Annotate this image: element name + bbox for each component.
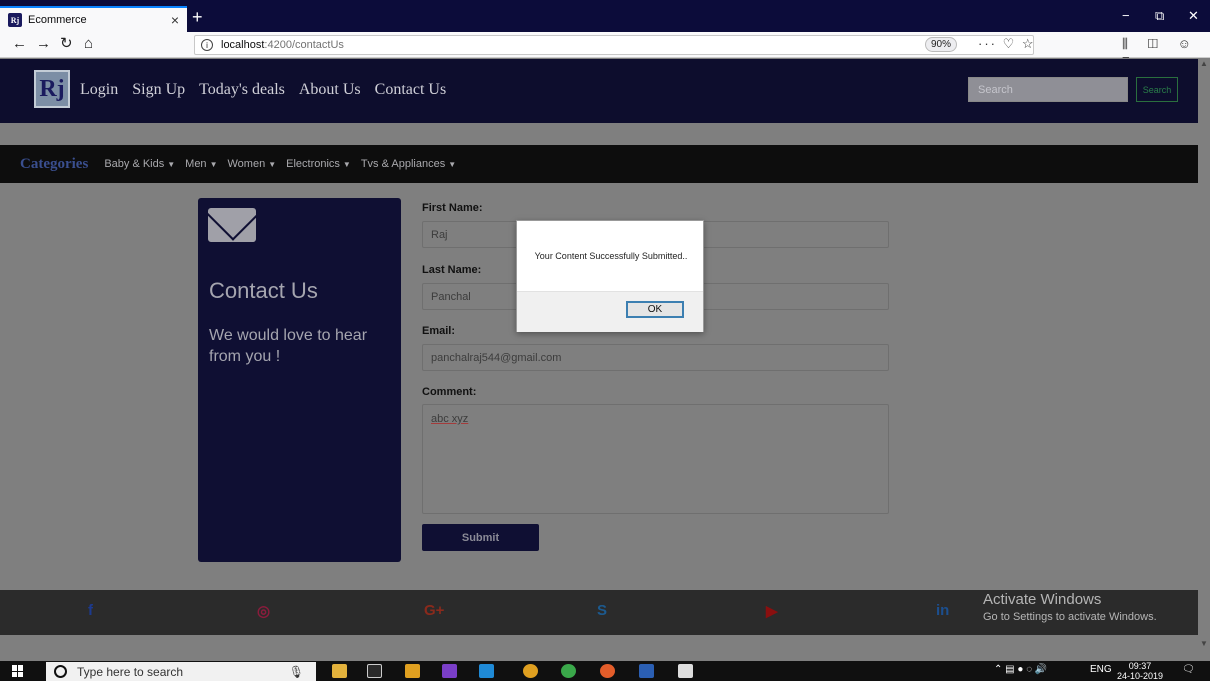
clock-date: 24-10-2019: [1117, 671, 1164, 681]
microphone-icon[interactable]: 🎙: [289, 665, 304, 679]
photos-icon[interactable]: [678, 664, 693, 678]
firefox-icon[interactable]: [600, 664, 615, 678]
system-tray-icons[interactable]: ⌃ ▤ ● ◌ 🔊: [994, 664, 1047, 675]
minimize-icon[interactable]: −: [1122, 8, 1130, 23]
new-tab-button[interactable]: +: [192, 8, 203, 26]
forward-icon[interactable]: →: [36, 36, 51, 52]
nav-contact-us[interactable]: Contact Us: [375, 81, 447, 99]
mail-icon: [208, 208, 256, 242]
activation-subtitle: Go to Settings to activate Windows.: [983, 611, 1157, 623]
language-indicator[interactable]: ENG: [1090, 664, 1112, 675]
browser-nav-bar: ← → ↻ ⌂ i localhost:4200/contactUs 90% ·…: [0, 32, 1210, 67]
linkedin-icon[interactable]: in: [936, 602, 949, 619]
category-women[interactable]: Women ▼: [227, 158, 276, 170]
caret-down-icon: ▼: [167, 160, 176, 169]
nav-sign-up[interactable]: Sign Up: [132, 81, 185, 99]
contact-card-subtitle: We would love to hear from you !: [209, 327, 368, 365]
site-logo[interactable]: Rj: [34, 70, 70, 108]
alert-dialog: Your Content Successfully Submitted.. OK: [516, 220, 704, 332]
nav-about-us[interactable]: About Us: [299, 81, 361, 99]
contact-card: Contact Us We would love to hear from yo…: [198, 198, 401, 562]
comment-textarea[interactable]: abc xyz: [422, 404, 889, 514]
comment-label: Comment:: [422, 386, 477, 398]
notifications-icon[interactable]: 🗨: [1182, 664, 1195, 675]
nav-login[interactable]: Login: [80, 81, 118, 99]
main-nav: Login Sign Up Today's deals About Us Con…: [80, 81, 446, 99]
browser-tab-bar: Rj Ecommerce × + − ⧉ ✕: [0, 0, 1210, 32]
sublime-icon[interactable]: [405, 664, 420, 678]
nav-todays-deals[interactable]: Today's deals: [199, 81, 285, 99]
page-actions-icon[interactable]: ··· ♡ ☆: [978, 36, 1036, 52]
caret-down-icon: ▼: [448, 160, 457, 169]
category-tvs-appliances[interactable]: Tvs & Appliances ▼: [361, 158, 456, 170]
site-search-input[interactable]: Search: [968, 77, 1128, 102]
contact-card-title: Contact Us: [209, 278, 318, 303]
reload-icon[interactable]: ↻: [60, 36, 73, 52]
url-host: localhost: [221, 39, 265, 51]
maximize-icon[interactable]: ⧉: [1155, 8, 1164, 24]
windows-start-icon[interactable]: [12, 665, 24, 677]
site-search-button[interactable]: Search: [1136, 77, 1178, 102]
skype-icon[interactable]: S: [597, 602, 607, 619]
last-name-label: Last Name:: [422, 264, 482, 276]
activation-watermark: Activate Windows Go to Settings to activ…: [983, 591, 1157, 623]
visual-studio-icon[interactable]: [442, 664, 457, 678]
back-icon[interactable]: ←: [12, 36, 27, 52]
page-content: Rj Login Sign Up Today's deals About Us …: [0, 59, 1210, 648]
comment-text: abc xyz: [431, 413, 469, 425]
taskbar-clock[interactable]: 09:37 24-10-2019: [1117, 661, 1163, 681]
mongodb-icon[interactable]: [561, 664, 576, 678]
browser-tab[interactable]: Rj Ecommerce ×: [0, 6, 187, 32]
chrome-icon[interactable]: [523, 664, 538, 678]
caret-down-icon: ▼: [209, 160, 218, 169]
url-bar[interactable]: i localhost:4200/contactUs: [194, 35, 1034, 55]
window-close-icon[interactable]: ✕: [1188, 8, 1199, 24]
facebook-icon[interactable]: f: [88, 602, 93, 619]
google-plus-icon[interactable]: G+: [424, 602, 444, 619]
caret-down-icon: ▼: [268, 160, 277, 169]
category-baby-kids[interactable]: Baby & Kids ▼: [104, 158, 175, 170]
clock-time: 09:37: [1128, 661, 1152, 671]
url-path: :4200/contactUs: [264, 39, 344, 51]
cortana-icon: [54, 665, 67, 678]
windows-taskbar: Type here to search 🎙 ⌃ ▤ ● ◌ 🔊 ENG 09:3…: [0, 661, 1210, 681]
zoom-badge[interactable]: 90%: [925, 37, 958, 52]
youtube-icon[interactable]: ▶: [766, 602, 778, 620]
tab-close-icon[interactable]: ×: [171, 12, 179, 28]
category-men[interactable]: Men ▼: [185, 158, 217, 170]
submit-button[interactable]: Submit: [422, 524, 539, 551]
scroll-down-icon[interactable]: ▼: [1200, 639, 1208, 648]
terminal-icon[interactable]: [367, 664, 382, 678]
vscode-icon[interactable]: [479, 664, 494, 678]
alert-button-area: OK: [517, 291, 703, 332]
email-label: Email:: [422, 325, 456, 337]
categories-title: Categories: [20, 155, 89, 172]
instagram-icon[interactable]: ◎: [257, 602, 270, 620]
categories-bar: Categories Baby & Kids ▼ Men ▼ Women ▼ Elec…: [0, 145, 1210, 183]
caret-down-icon: ▼: [342, 160, 351, 169]
favicon-icon: Rj: [8, 13, 22, 27]
category-electronics[interactable]: Electronics ▼: [286, 158, 351, 170]
file-explorer-icon[interactable]: [332, 664, 347, 678]
page-scrollbar[interactable]: ▲ ▼: [1198, 59, 1210, 648]
ok-button[interactable]: OK: [626, 301, 684, 318]
taskbar-search-placeholder: Type here to search: [77, 664, 184, 679]
email-input[interactable]: panchalraj544@gmail.com: [422, 344, 889, 371]
first-name-label: First Name:: [422, 202, 483, 214]
info-icon[interactable]: i: [201, 39, 213, 51]
word-icon[interactable]: [639, 664, 654, 678]
home-icon[interactable]: ⌂: [84, 36, 93, 52]
taskbar-search[interactable]: Type here to search 🎙: [46, 662, 316, 681]
tab-title: Ecommerce: [28, 14, 87, 26]
scroll-up-icon[interactable]: ▲: [1200, 59, 1208, 68]
site-header: Rj Login Sign Up Today's deals About Us …: [0, 59, 1210, 123]
alert-message: Your Content Successfully Submitted..: [534, 251, 688, 261]
activation-title: Activate Windows: [983, 591, 1102, 608]
